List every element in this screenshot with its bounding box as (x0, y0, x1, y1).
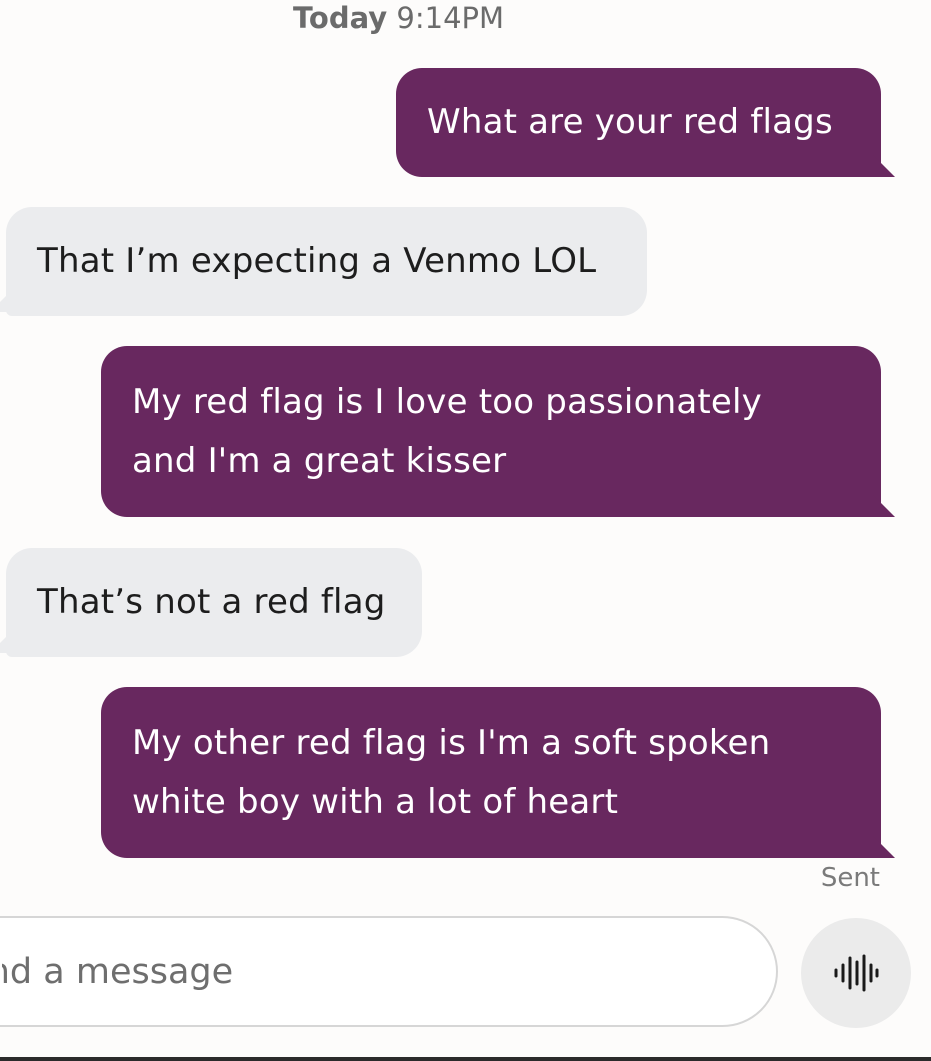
conversation-timestamp: Today 9:14PM (293, 0, 504, 36)
chat-screen: Today 9:14PM What are your red flags Tha… (0, 0, 931, 1061)
voice-waveform-icon (834, 954, 879, 992)
message-text-line: My red flag is I love too passionately (132, 382, 762, 422)
message-bubble-incoming[interactable]: That’s not a red flag (6, 548, 422, 657)
message-bubble-incoming[interactable]: That I’m expecting a Venmo LOL (6, 207, 647, 316)
message-text: That’s not a red flag (37, 582, 386, 622)
message-text-line: My other red flag is I'm a soft spoken (132, 723, 771, 763)
message-text: That I’m expecting a Venmo LOL (37, 241, 597, 281)
timestamp-time: 9:14PM (396, 1, 505, 35)
bubble-tail (873, 495, 895, 517)
message-input[interactable] (2, 918, 742, 1025)
message-text-line: and I'm a great kisser (132, 441, 507, 481)
message-text-line: white boy with a lot of heart (132, 782, 619, 822)
delivery-status: Sent (820, 863, 880, 893)
bubble-tail (873, 836, 895, 858)
bubble-tail (0, 635, 8, 653)
bubble-tail (873, 155, 895, 177)
message-bubble-outgoing[interactable]: My other red flag is I'm a soft spoken w… (101, 687, 881, 858)
message-bubble-outgoing[interactable]: What are your red flags (396, 68, 881, 177)
message-composer[interactable] (0, 916, 778, 1027)
timestamp-day: Today (293, 1, 388, 35)
voice-message-button[interactable] (801, 918, 911, 1028)
message-text: What are your red flags (427, 102, 833, 142)
bubble-tail (0, 294, 8, 312)
message-bubble-outgoing[interactable]: My red flag is I love too passionately a… (101, 346, 881, 517)
bottom-divider (0, 1057, 931, 1061)
